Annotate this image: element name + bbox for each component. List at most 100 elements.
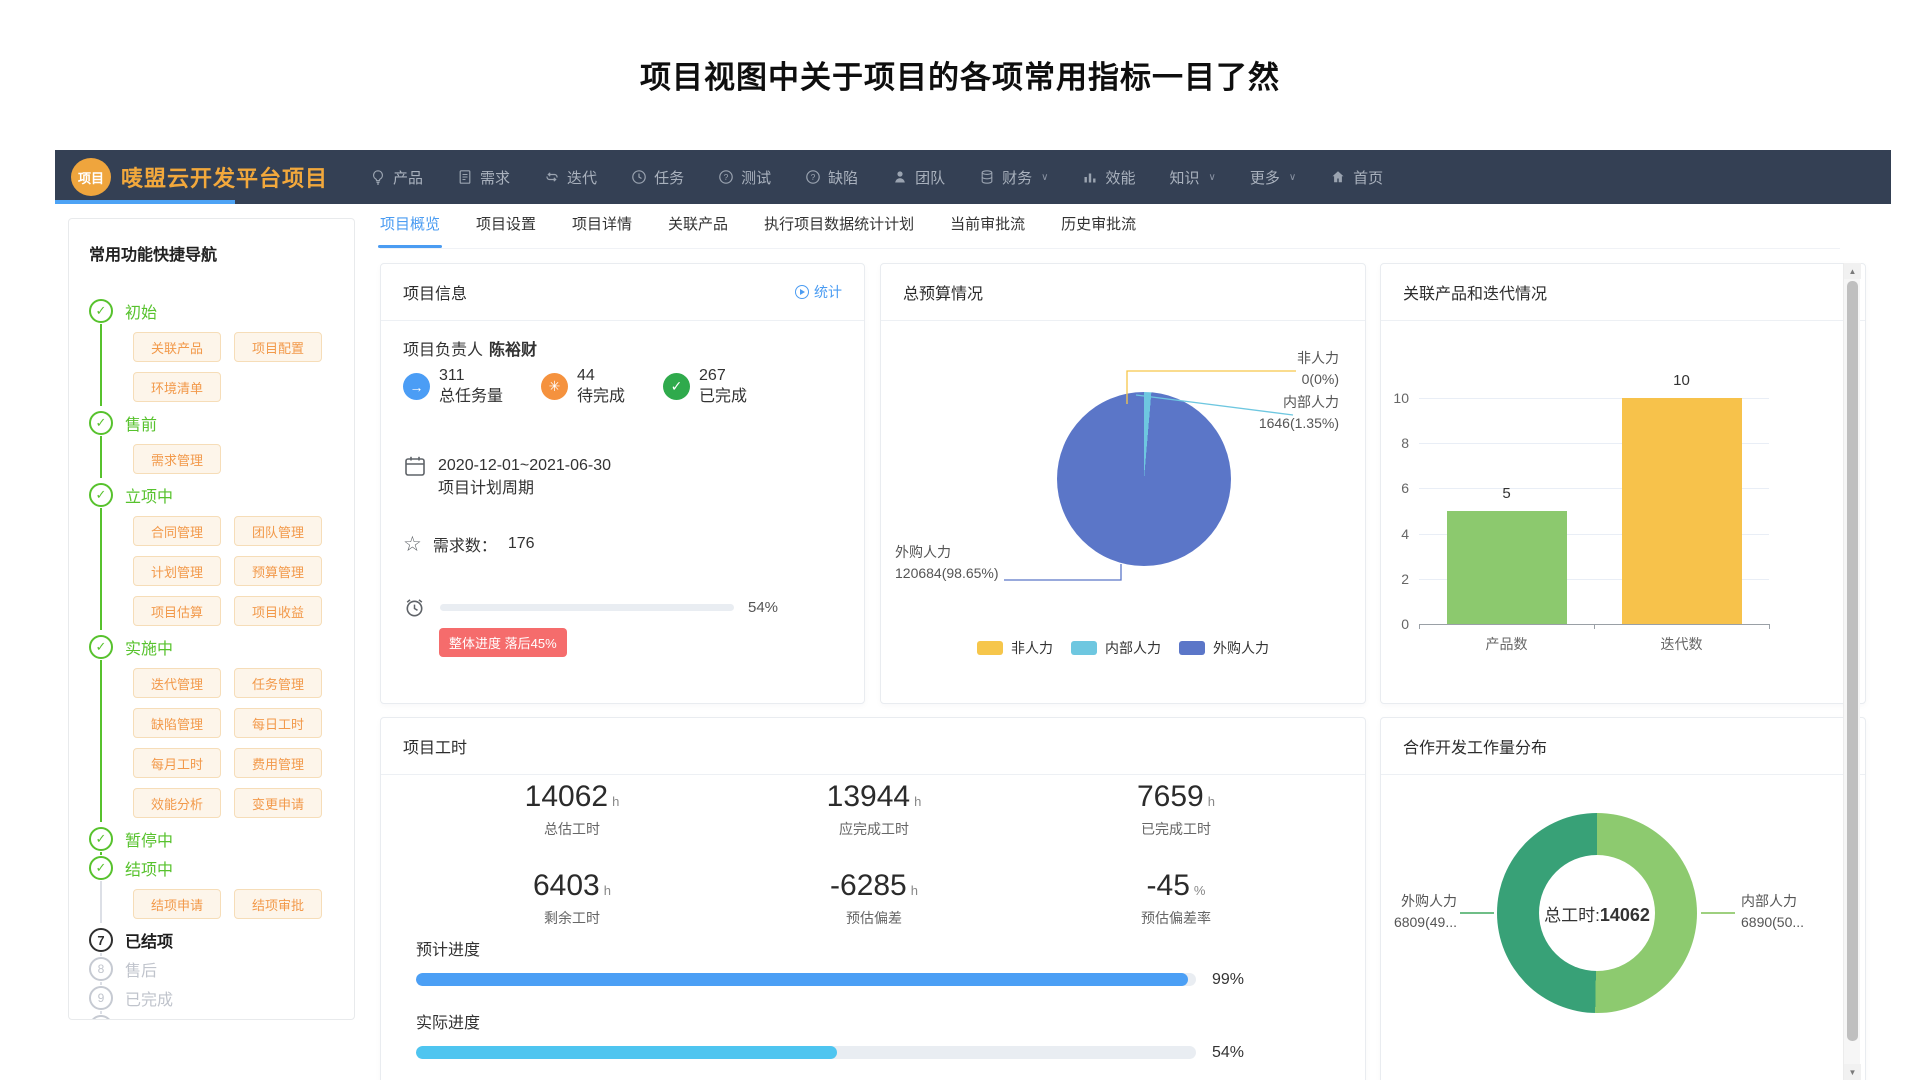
quick-button-费用管理[interactable]: 费用管理 bbox=[234, 748, 322, 778]
nav-item-财务[interactable]: 财务∨ bbox=[979, 167, 1048, 188]
quick-button-每日工时[interactable]: 每日工时 bbox=[234, 708, 322, 738]
y-axis-tick-label: 2 bbox=[1383, 571, 1409, 587]
quick-button-需求管理[interactable]: 需求管理 bbox=[133, 444, 221, 474]
nav-item-迭代[interactable]: 迭代 bbox=[544, 167, 597, 188]
hours-stat-应完成工时: 13944h应完成工时 bbox=[723, 780, 1025, 839]
step-circle: ✓ bbox=[89, 856, 113, 880]
tab-项目设置[interactable]: 项目设置 bbox=[476, 213, 536, 234]
quick-button-项目配置[interactable]: 项目配置 bbox=[234, 332, 322, 362]
brand-title[interactable]: 唛盟云开发平台项目 bbox=[121, 161, 328, 193]
quick-button-项目收益[interactable]: 项目收益 bbox=[234, 596, 322, 626]
progress-label: 预计进度 bbox=[416, 936, 1236, 960]
nav-item-团队[interactable]: 团队 bbox=[892, 167, 945, 188]
quick-button-合同管理[interactable]: 合同管理 bbox=[133, 516, 221, 546]
requirement-count-row: ☆ 需求数： 176 bbox=[403, 532, 535, 556]
pie-label-name: 外购人力 bbox=[895, 542, 999, 563]
step-head: ✓实施中 bbox=[89, 635, 334, 659]
nav-item-更多[interactable]: 更多∨ bbox=[1250, 167, 1296, 188]
nav-item-label: 效能 bbox=[1105, 167, 1135, 188]
quick-button-效能分析[interactable]: 效能分析 bbox=[133, 788, 221, 818]
navbar-active-underline bbox=[55, 200, 235, 204]
step-circle: 9 bbox=[89, 986, 113, 1010]
stat-lines: 311总任务量 bbox=[439, 366, 503, 408]
nav-item-知识[interactable]: 知识∨ bbox=[1169, 167, 1215, 188]
step-circle: ✓ bbox=[89, 483, 113, 507]
quick-button-任务管理[interactable]: 任务管理 bbox=[234, 668, 322, 698]
info-stats: →311总任务量✳44待完成✓267已完成 bbox=[403, 366, 747, 408]
quick-button-预算管理[interactable]: 预算管理 bbox=[234, 556, 322, 586]
nav-item-任务[interactable]: 任务 bbox=[631, 167, 684, 188]
tab-历史审批流[interactable]: 历史审批流 bbox=[1061, 213, 1136, 234]
card-total-budget-header: 总预算情况 bbox=[881, 264, 1365, 321]
nav-item-效能[interactable]: 效能 bbox=[1082, 167, 1135, 188]
card-work-hours: 项目工时 14062h总估工时13944h应完成工时7659h已完成工时6403… bbox=[380, 717, 1366, 1080]
tab-项目详情[interactable]: 项目详情 bbox=[572, 213, 632, 234]
nav-item-需求[interactable]: 需求 bbox=[457, 167, 510, 188]
scrollbar-up-arrow[interactable]: ▲ bbox=[1844, 263, 1861, 279]
stat-label: 已完成 bbox=[699, 387, 747, 408]
hours-stat-value: -6285h bbox=[723, 869, 1025, 903]
nav-item-缺陷[interactable]: ?缺陷 bbox=[805, 167, 858, 188]
sidebar-title: 常用功能快捷导航 bbox=[89, 241, 334, 265]
quick-button-每月工时[interactable]: 每月工时 bbox=[133, 748, 221, 778]
statistics-link[interactable]: 统计 bbox=[795, 282, 842, 302]
legend-item-外购人力[interactable]: 外购人力 bbox=[1179, 638, 1269, 658]
legend-item-非人力[interactable]: 非人力 bbox=[977, 638, 1053, 658]
nav-item-产品[interactable]: 产品 bbox=[370, 167, 423, 188]
project-period: 2020-12-01~2021-06-30 项目计划周期 bbox=[403, 454, 611, 500]
quick-button-项目估算[interactable]: 项目估算 bbox=[133, 596, 221, 626]
progress-fill bbox=[416, 1046, 837, 1059]
sidebar-steps: ✓初始关联产品项目配置环境清单✓售前需求管理✓立项中合同管理团队管理计划管理预算… bbox=[89, 299, 334, 1020]
quick-button-计划管理[interactable]: 计划管理 bbox=[133, 556, 221, 586]
app-root: 项目视图中关于项目的各项常用指标一目了然 项目 唛盟云开发平台项目 产品需求迭代… bbox=[0, 0, 1920, 1080]
pie-label-value: 0(0%) bbox=[1297, 369, 1339, 390]
card-work-hours-header: 项目工时 bbox=[381, 718, 1365, 775]
hours-stat-label: 已完成工时 bbox=[1025, 819, 1327, 839]
hours-stat-label: 总估工时 bbox=[421, 819, 723, 839]
quick-button-结项申请[interactable]: 结项申请 bbox=[133, 889, 221, 919]
quick-button-关联产品[interactable]: 关联产品 bbox=[133, 332, 221, 362]
stat-lines: 44待完成 bbox=[577, 366, 625, 408]
step-connector bbox=[100, 953, 102, 956]
quick-button-结项审批[interactable]: 结项审批 bbox=[234, 889, 322, 919]
sidebar-quick-nav: 常用功能快捷导航 ✓初始关联产品项目配置环境清单✓售前需求管理✓立项中合同管理团… bbox=[68, 218, 355, 1020]
tab-项目概览[interactable]: 项目概览 bbox=[380, 213, 440, 234]
tab-关联产品[interactable]: 关联产品 bbox=[668, 213, 728, 234]
tab-执行项目数据统计计划[interactable]: 执行项目数据统计计划 bbox=[764, 213, 914, 234]
legend-item-内部人力[interactable]: 内部人力 bbox=[1071, 638, 1161, 658]
hours-stat-label: 预估偏差率 bbox=[1025, 908, 1327, 928]
quick-button-缺陷管理[interactable]: 缺陷管理 bbox=[133, 708, 221, 738]
pie-label-内部人力: 内部人力1646(1.35%) bbox=[1259, 392, 1339, 434]
nav-item-首页[interactable]: 首页 bbox=[1330, 167, 1383, 188]
quick-button-团队管理[interactable]: 团队管理 bbox=[234, 516, 322, 546]
stat-value: 267 bbox=[699, 366, 747, 387]
work-hours-stats: 14062h总估工时13944h应完成工时7659h已完成工时6403h剩余工时… bbox=[421, 780, 1327, 928]
nav-item-测试[interactable]: ?测试 bbox=[718, 167, 771, 188]
legend-label: 外购人力 bbox=[1213, 638, 1269, 658]
sidebar-step-售前: ✓售前需求管理 bbox=[89, 411, 334, 474]
quick-button-迭代管理[interactable]: 迭代管理 bbox=[133, 668, 221, 698]
svg-text:?: ? bbox=[724, 172, 729, 182]
nav-item-label: 财务 bbox=[1002, 167, 1032, 188]
quick-button-环境清单[interactable]: 环境清单 bbox=[133, 372, 221, 402]
stat-value: 44 bbox=[577, 366, 625, 387]
navbar-menu: 产品 需求 迭代 任务 ?测试 ?缺陷 团队 财务∨ 效能 知识∨ 更多∨ 首页 bbox=[370, 167, 1383, 188]
x-axis-tick bbox=[1594, 624, 1595, 629]
step-buttons: 需求管理 bbox=[133, 444, 334, 474]
tab-当前审批流[interactable]: 当前审批流 bbox=[950, 213, 1025, 234]
y-axis-tick-label: 8 bbox=[1383, 435, 1409, 451]
quick-button-变更申请[interactable]: 变更申请 bbox=[234, 788, 322, 818]
nav-item-label: 团队 bbox=[915, 167, 945, 188]
card-project-info: 项目信息 统计 项目负责人陈裕财 →311总任务量✳44待完成✓267已完成 2… bbox=[380, 263, 865, 704]
hours-stat-value: 14062h bbox=[421, 780, 723, 814]
vertical-scrollbar[interactable]: ▲ ▼ bbox=[1843, 263, 1860, 1080]
step-label: 售前 bbox=[125, 411, 157, 435]
legend-swatch bbox=[1179, 641, 1205, 655]
scrollbar-thumb[interactable] bbox=[1847, 281, 1858, 1041]
tab-bar-divider bbox=[380, 248, 1840, 249]
pie-label-外购人力: 外购人力120684(98.65%) bbox=[895, 542, 999, 584]
stat-label: 待完成 bbox=[577, 387, 625, 408]
scrollbar-down-arrow[interactable]: ▼ bbox=[1844, 1064, 1861, 1080]
overall-progress-track bbox=[440, 604, 734, 611]
pie-label-非人力: 非人力0(0%) bbox=[1297, 348, 1339, 390]
